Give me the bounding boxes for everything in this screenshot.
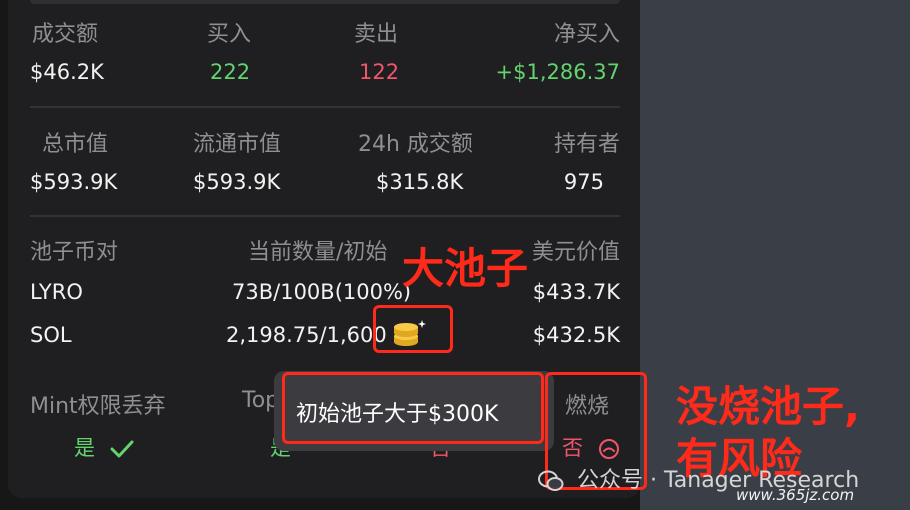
- divider: [30, 106, 620, 108]
- volume-24h-label: 24h 成交额: [358, 132, 473, 157]
- sells-value: 122: [359, 60, 400, 84]
- mint-renounced-text: 是: [74, 436, 95, 460]
- volume-value: $46.2K: [30, 60, 104, 84]
- net-buy-label: 净买入: [553, 22, 620, 47]
- pool-pair-label: 池子币对: [30, 240, 119, 265]
- no-burn-annotation-line1: 没烧池子,: [676, 382, 860, 431]
- site-watermark: www.365jz.com: [736, 486, 855, 504]
- sells-label: 卖出: [354, 22, 399, 47]
- big-pool-annotation: 大池子: [402, 244, 529, 293]
- check-icon: [110, 440, 134, 458]
- volume-24h-value: $315.8K: [376, 170, 464, 194]
- buys-label: 买入: [207, 22, 252, 47]
- pool-pair-lyro: LYRO: [30, 280, 83, 304]
- pool-amount-lyro: 73B/100B(100%): [232, 280, 412, 304]
- circulating-cap-value: $593.9K: [193, 170, 281, 194]
- tooltip-annotation-box: [282, 372, 544, 444]
- coin-annotation-box: [373, 305, 453, 353]
- pool-usd-sol: $432.5K: [532, 323, 620, 347]
- mint-renounced-label: Mint权限丢弃: [30, 394, 166, 419]
- net-buy-value: +$1,286.37: [495, 60, 620, 84]
- wechat-icon: [538, 470, 564, 491]
- circulating-cap-label: 流通市值: [193, 132, 282, 157]
- pool-pair-sol: SOL: [30, 323, 72, 347]
- panel-top-edge: [30, 0, 620, 4]
- mint-renounced-value: 是: [74, 432, 134, 462]
- market-cap-label: 总市值: [42, 132, 109, 157]
- volume-label: 成交额: [32, 22, 99, 47]
- holders-label: 持有者: [553, 132, 620, 157]
- market-cap-value: $593.9K: [30, 170, 118, 194]
- pool-amount-label: 当前数量/初始: [248, 240, 388, 265]
- pool-amount-sol: 2,198.75/1,600: [226, 323, 387, 347]
- holders-value: 975: [563, 170, 604, 194]
- divider: [30, 215, 620, 217]
- buys-value: 222: [210, 60, 251, 84]
